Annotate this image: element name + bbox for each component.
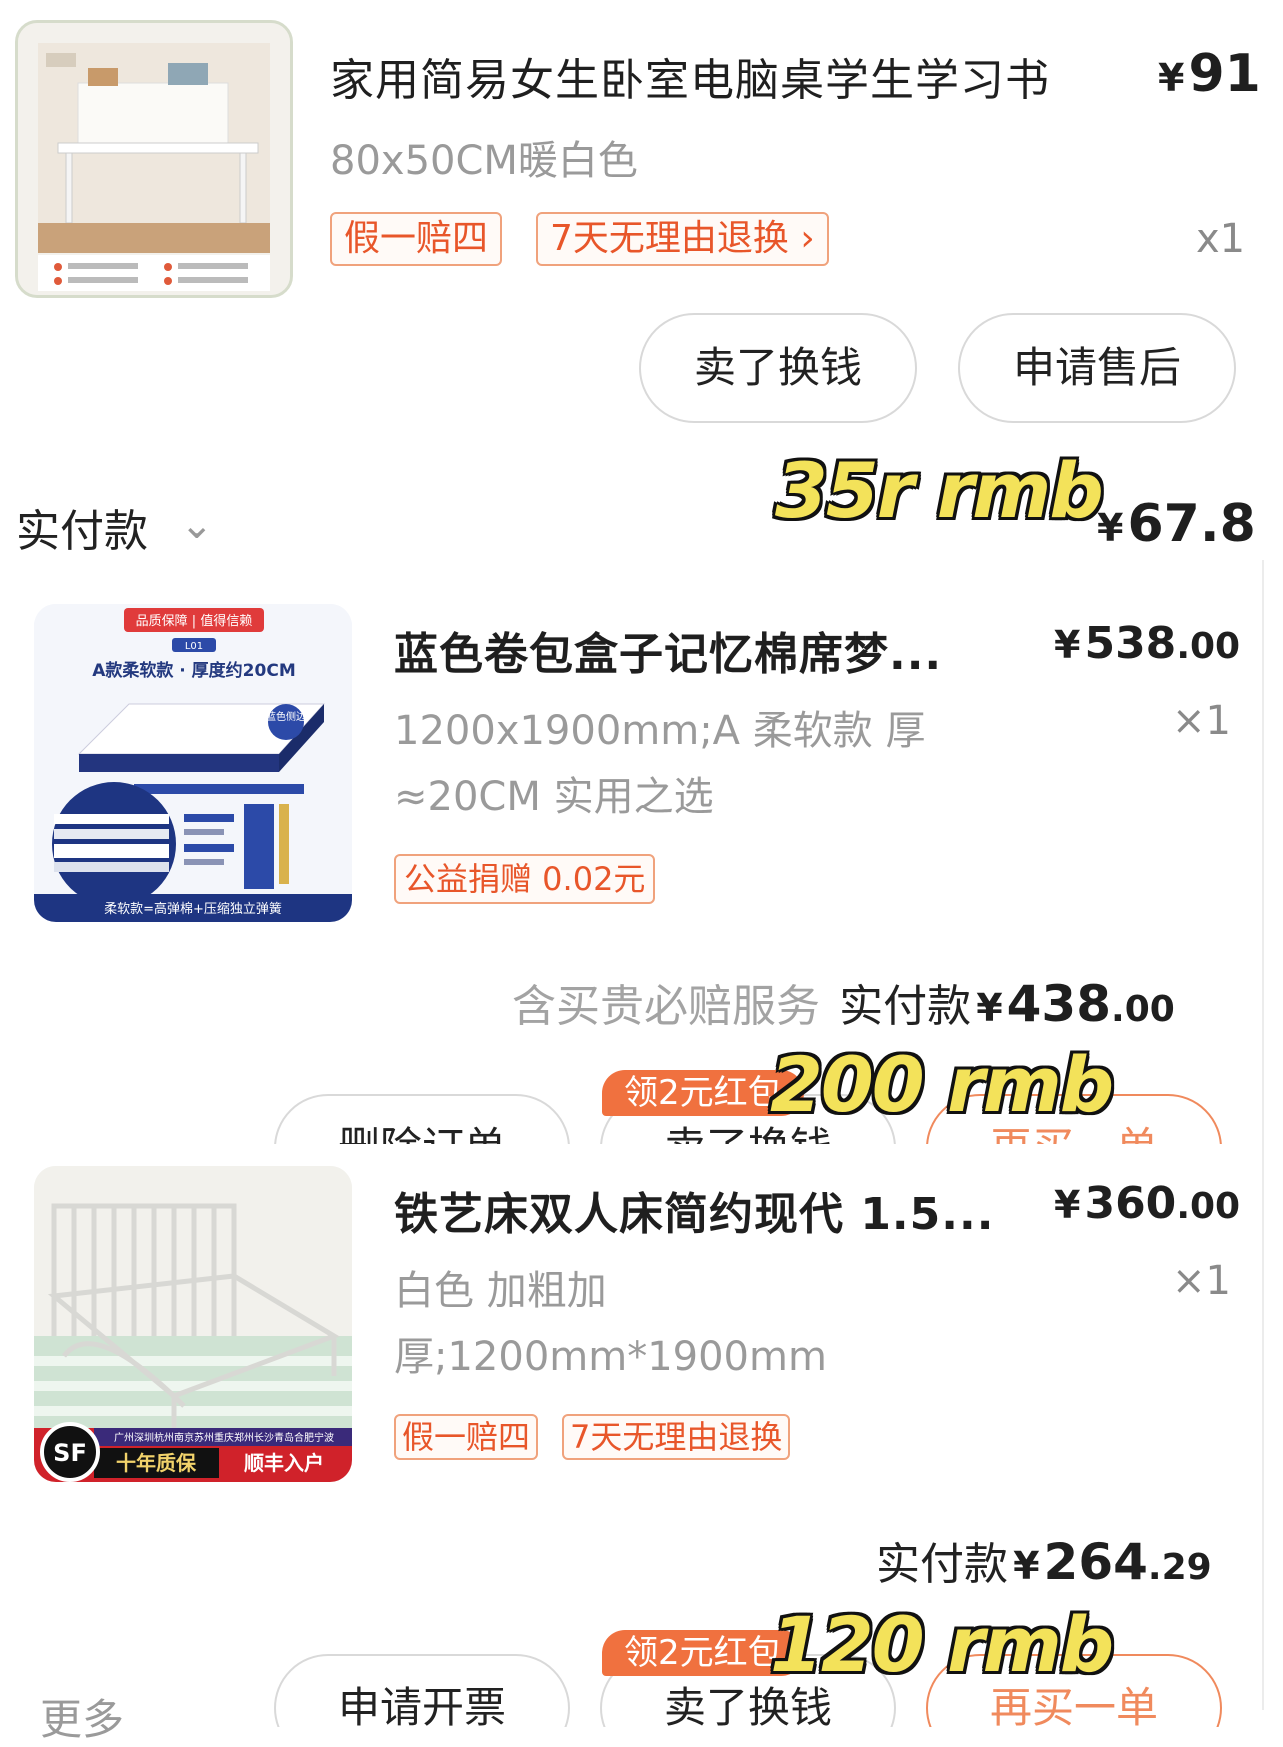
- currency-symbol: ¥: [976, 986, 1003, 1030]
- product-image-desk[interactable]: [15, 20, 293, 298]
- paid-int: 264: [1043, 1533, 1148, 1591]
- product-price-desk: ¥91: [1158, 44, 1261, 104]
- paid-label: 实付款: [839, 981, 972, 1032]
- request-invoice-button[interactable]: 申请开票: [274, 1654, 570, 1727]
- quantity-desk: x1: [1196, 216, 1246, 262]
- image-banner-text: 品质保障 | 值得信赖: [136, 613, 253, 629]
- product-price-bed: ¥360.00: [1054, 1178, 1240, 1229]
- handwritten-annotation-mattress: 200 rmb: [770, 1040, 1114, 1129]
- price-dec: .00: [1176, 626, 1241, 667]
- bed-illustration: 广州深圳杭州南京苏州重庆郑州长沙青岛合肥宁波 十年质保 顺丰入户 SF: [34, 1166, 352, 1482]
- delete-order-button[interactable]: 删除订单: [274, 1094, 570, 1144]
- product-spec-bed-line1: 白色 加粗加: [394, 1268, 607, 1314]
- paid-row-mattress: 含买贵必赔服务 实付款 ¥438.00: [512, 970, 1175, 1034]
- paid-int: 438: [1006, 975, 1112, 1033]
- product-spec-mattress-line2: ≈20CM 实用之选: [394, 774, 714, 820]
- product-title-bed[interactable]: 铁艺床双人床简约现代 1.5...: [394, 1178, 994, 1242]
- handwritten-annotation-bed: 120 rmb: [770, 1600, 1114, 1689]
- card-divider: [1262, 560, 1264, 1710]
- paid-amount-mattress: ¥438.00: [976, 975, 1175, 1033]
- sell-for-cash-button[interactable]: 卖了换钱: [639, 313, 917, 423]
- service-note[interactable]: 含买贵必赔服务: [512, 981, 820, 1032]
- image-code-text: L01: [185, 641, 203, 652]
- currency-symbol: ¥: [1054, 623, 1081, 667]
- currency-symbol: ¥: [1097, 506, 1124, 550]
- tag-7day-return[interactable]: 7天无理由退换: [562, 1414, 791, 1460]
- quantity-mattress: ×1: [1172, 698, 1231, 744]
- currency-symbol: ¥: [1013, 1544, 1040, 1588]
- currency-symbol: ¥: [1054, 1183, 1081, 1227]
- desk-illustration: [18, 23, 290, 295]
- tag-7day-return[interactable]: 7天无理由退换 ›: [536, 212, 829, 266]
- paid-label[interactable]: 实付款 ⌄: [16, 495, 214, 559]
- apply-after-sales-button[interactable]: 申请售后: [958, 313, 1236, 423]
- tag-fake-compensation[interactable]: 假一赔四: [330, 212, 503, 266]
- image-shipping-text: 顺丰入户: [244, 1451, 324, 1475]
- product-title-desk[interactable]: 家用简易女生卧室电脑桌学生学习书: [330, 44, 1050, 108]
- image-badge-text: 蓝色侧边: [266, 710, 306, 723]
- quantity-bed: ×1: [1172, 1258, 1231, 1304]
- price-value: 91: [1188, 44, 1261, 104]
- paid-amount-bed: ¥264.29: [1013, 1533, 1212, 1591]
- price-int: 538: [1084, 618, 1177, 669]
- price-int: 360: [1084, 1178, 1177, 1229]
- tag-fake-compensation[interactable]: 假一赔四: [394, 1414, 539, 1460]
- mattress-illustration: 品质保障 | 值得信赖 L01 A款柔软款 · 厚度约20CM 蓝色侧边 柔软款…: [34, 604, 352, 922]
- product-spec-mattress-line1: 1200x1900mm;A 柔软款 厚: [394, 708, 926, 754]
- currency-symbol: ¥: [1158, 56, 1185, 100]
- price-dec: .00: [1176, 1186, 1241, 1227]
- image-heading-text: A款柔软款 · 厚度约20CM: [92, 660, 296, 681]
- paid-dec: .29: [1147, 1547, 1212, 1588]
- product-price-mattress: ¥538.00: [1054, 618, 1240, 669]
- product-spec-bed-line2: 厚;1200mm*1900mm: [394, 1334, 827, 1380]
- image-warranty-text: 十年质保: [116, 1451, 197, 1475]
- chevron-down-icon: ⌄: [180, 502, 214, 548]
- paid-value: 67.8: [1127, 494, 1256, 554]
- image-footer-text: 柔软款=高弹棉+压缩独立弹簧: [104, 901, 282, 917]
- paid-dec: .00: [1111, 989, 1175, 1030]
- paid-row-bed: 实付款 ¥264.29: [876, 1528, 1212, 1592]
- product-title-mattress[interactable]: 蓝色卷包盒子记忆棉席梦...: [394, 618, 942, 682]
- handwritten-annotation-desk: 35r rmb: [775, 446, 1104, 535]
- sf-logo: SF: [53, 1439, 87, 1467]
- paid-amount-desk: ¥67.8: [1097, 494, 1256, 554]
- product-image-mattress[interactable]: 品质保障 | 值得信赖 L01 A款柔软款 · 厚度约20CM 蓝色侧边 柔软款…: [34, 604, 352, 922]
- product-image-bed[interactable]: 广州深圳杭州南京苏州重庆郑州长沙青岛合肥宁波 十年质保 顺丰入户 SF: [34, 1166, 352, 1482]
- image-cities-text: 广州深圳杭州南京苏州重庆郑州长沙青岛合肥宁波: [114, 1431, 334, 1444]
- tag-charity-donation[interactable]: 公益捐赠 0.02元: [394, 854, 656, 904]
- paid-label-text: 实付款: [16, 506, 148, 557]
- product-spec-desk: 80x50CM暖白色: [330, 138, 638, 184]
- paid-label: 实付款: [876, 1539, 1008, 1590]
